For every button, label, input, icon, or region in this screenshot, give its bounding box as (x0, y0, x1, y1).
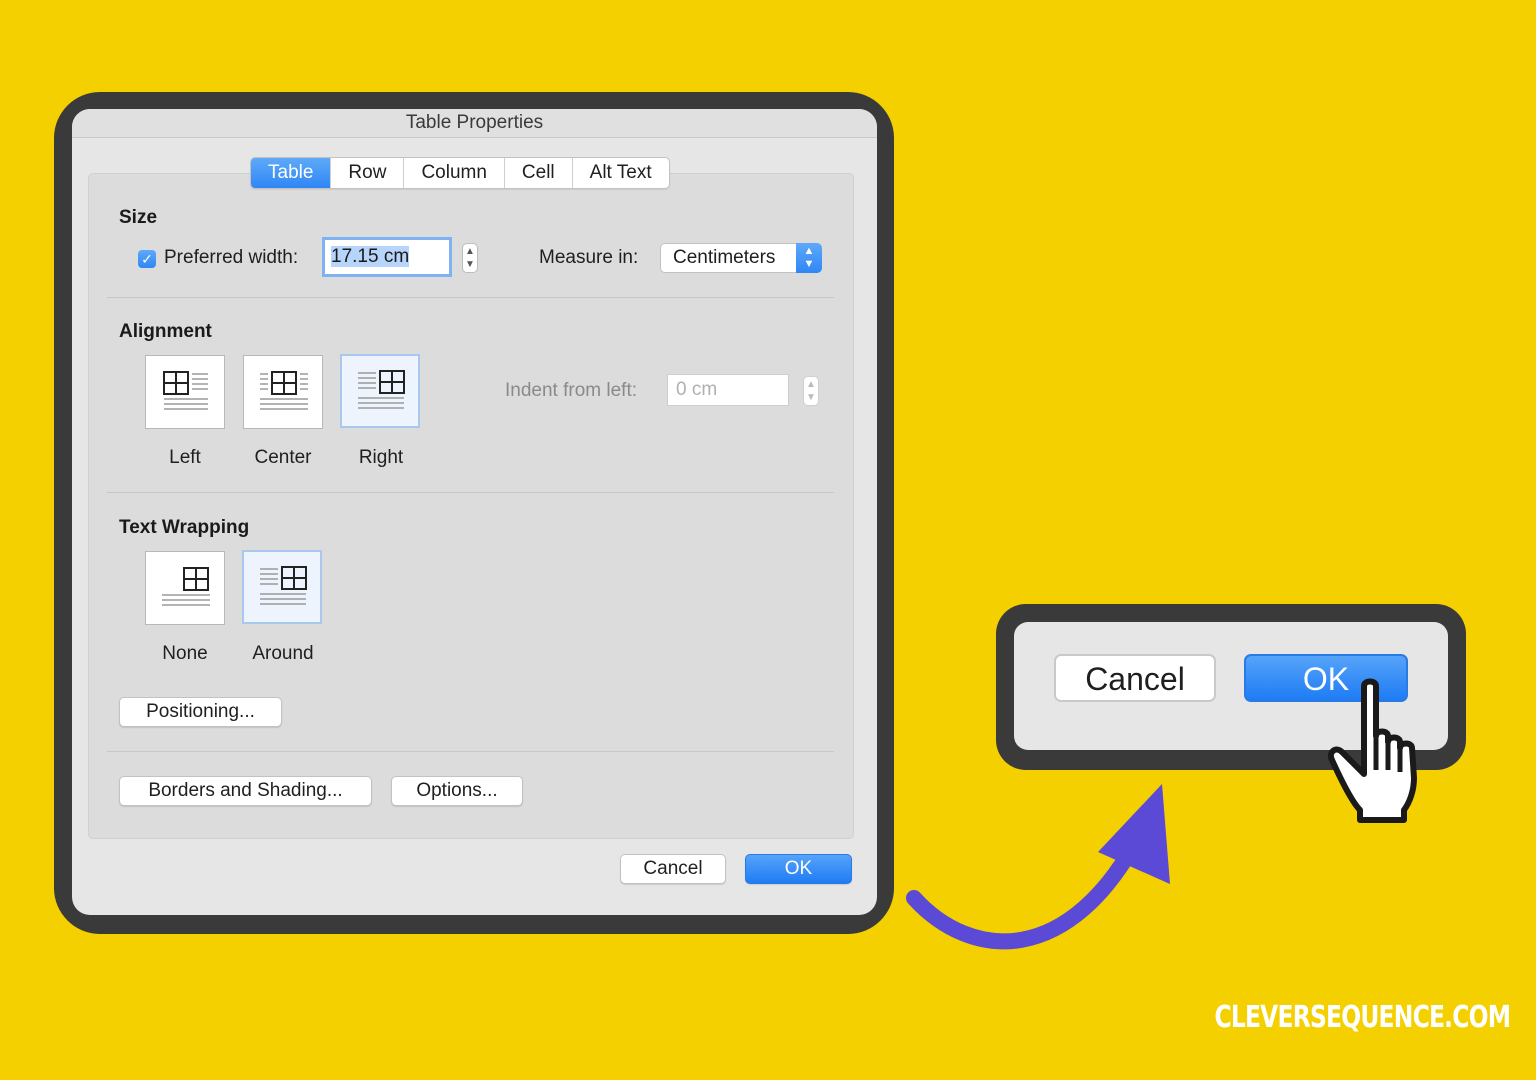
tab-row[interactable]: Row (331, 158, 405, 188)
align-center-label: Center (254, 447, 312, 468)
curved-arrow-icon (906, 784, 1170, 950)
align-right-button[interactable] (340, 354, 420, 428)
align-left-label: Left (169, 447, 201, 468)
watermark: CLEVERSEQUENCE.COM (1214, 1000, 1511, 1035)
table-properties-dialog: Table Properties Table Row Column Cell A… (72, 109, 877, 915)
separator (107, 751, 834, 752)
measure-in-select[interactable]: Centimeters ▲ ▼ (660, 243, 822, 273)
tab-alt-text[interactable]: Alt Text (573, 158, 669, 188)
options-button[interactable]: Options... (391, 776, 523, 806)
align-left-icon (163, 371, 208, 410)
ok-button[interactable]: OK (745, 854, 852, 884)
text-wrapping-heading: Text Wrapping (119, 517, 250, 538)
borders-and-shading-button[interactable]: Borders and Shading... (119, 776, 372, 806)
tab-bar: Table Row Column Cell Alt Text (250, 157, 670, 189)
wrap-none-label: None (162, 643, 208, 664)
indent-stepper: ▲ ▼ (803, 376, 819, 406)
positioning-button[interactable]: Positioning... (119, 697, 282, 727)
align-left-button[interactable] (145, 355, 225, 429)
cancel-button[interactable]: Cancel (620, 854, 726, 884)
alignment-heading: Alignment (119, 321, 212, 342)
wrap-around-label: Around (252, 643, 314, 664)
align-center-icon (260, 371, 308, 410)
wrap-around-icon (260, 566, 307, 605)
preferred-width-label: Preferred width: (164, 247, 299, 268)
indent-from-left-field: 0 cm (667, 374, 789, 406)
preferred-width-value: 17.15 cm (331, 246, 410, 267)
measure-in-value: Centimeters (673, 247, 776, 268)
wrap-none-icon (162, 567, 210, 606)
pointing-hand-cursor-icon (1328, 678, 1417, 823)
align-right-icon (358, 370, 405, 409)
chevron-up-down-icon: ▲ ▼ (796, 243, 822, 273)
separator (107, 492, 834, 493)
preferred-width-stepper[interactable]: ▲ ▼ (462, 243, 478, 273)
wrap-around-button[interactable] (242, 550, 322, 624)
separator (107, 297, 834, 298)
wrap-none-button[interactable] (145, 551, 225, 625)
size-heading: Size (119, 207, 158, 228)
zoom-cancel-button[interactable]: Cancel (1054, 654, 1216, 702)
preferred-width-field[interactable]: 17.15 cm (322, 237, 452, 277)
tab-column[interactable]: Column (404, 158, 505, 188)
tab-cell[interactable]: Cell (505, 158, 573, 188)
align-center-button[interactable] (243, 355, 323, 429)
tab-table[interactable]: Table (251, 158, 332, 188)
align-right-label: Right (358, 447, 404, 468)
dialog-title: Table Properties (72, 109, 877, 138)
indent-from-left-label: Indent from left: (505, 380, 638, 401)
preferred-width-checkbox[interactable]: ✓ (138, 250, 156, 268)
measure-in-label: Measure in: (539, 247, 639, 268)
